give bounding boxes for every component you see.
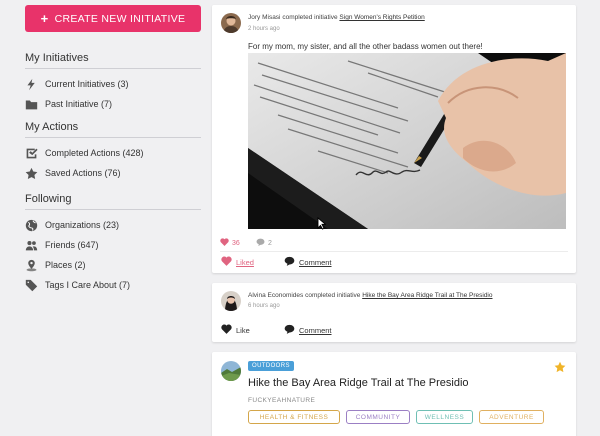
section-title-following: Following xyxy=(25,193,72,205)
sidebar: + CREATE NEW INITIATIVE My Initiatives C… xyxy=(0,0,210,436)
liked-button[interactable]: Liked xyxy=(221,256,254,268)
sidebar-item-label: Completed Actions (428) xyxy=(45,148,144,158)
sidebar-item-saved-actions[interactable]: Saved Actions (76) xyxy=(25,165,121,181)
like-button[interactable]: Like xyxy=(221,324,250,336)
divider xyxy=(25,68,201,69)
sidebar-item-label: Tags I Care About (7) xyxy=(45,280,131,290)
section-title-my-actions: My Actions xyxy=(25,121,79,133)
create-new-initiative-label: CREATE NEW INITIATIVE xyxy=(54,12,186,25)
post-meta: Alvina Economides completed initiative H… xyxy=(248,292,493,299)
tag-community[interactable]: COMMUNITY xyxy=(346,410,410,424)
initiative-title[interactable]: Hike the Bay Area Ridge Trail at The Pre… xyxy=(248,377,469,389)
likes-number: 36 xyxy=(232,239,240,247)
like-label: Like xyxy=(236,325,250,335)
author-name[interactable]: Jory Misasi xyxy=(248,14,281,21)
likes-count[interactable]: 36 xyxy=(220,238,240,248)
post-verb: completed initiative xyxy=(282,14,338,21)
sidebar-item-past-initiative[interactable]: Past Initiative (7) xyxy=(25,96,112,112)
sidebar-item-label: Past Initiative (7) xyxy=(45,99,113,109)
mouse-cursor-icon xyxy=(317,217,327,235)
post-verb: completed initiative xyxy=(305,292,361,299)
heart-icon xyxy=(221,256,232,268)
tag-icon xyxy=(25,279,38,292)
star-icon xyxy=(25,167,38,180)
divider xyxy=(220,251,568,252)
organization-name[interactable]: FUCKYEAHNATURE xyxy=(248,397,315,404)
comment-bubble-icon xyxy=(284,324,295,336)
post-time: 2 hours ago xyxy=(248,26,280,32)
globe-icon xyxy=(25,219,38,232)
post-time: 6 hours ago xyxy=(248,303,280,309)
author-name[interactable]: Alvina Economides xyxy=(248,292,303,299)
comment-label: Comment xyxy=(299,257,332,267)
feed-post-card: Jory Misasi completed initiative Sign Wo… xyxy=(212,5,576,273)
tag-wellness[interactable]: WELLNESS xyxy=(416,410,473,424)
post-meta: Jory Misasi completed initiative Sign Wo… xyxy=(248,14,425,21)
map-pin-icon xyxy=(25,259,38,272)
sidebar-item-completed-actions[interactable]: Completed Actions (428) xyxy=(25,145,144,161)
sidebar-item-label: Places (2) xyxy=(45,260,86,270)
comment-button[interactable]: Comment xyxy=(284,324,332,336)
comments-count[interactable]: 2 xyxy=(256,238,272,248)
post-text: For my mom, my sister, and all the other… xyxy=(248,42,483,51)
initiative-link[interactable]: Sign Women's Rights Petition xyxy=(339,14,424,21)
liked-label: Liked xyxy=(236,257,254,267)
initiative-link[interactable]: Hike the Bay Area Ridge Trail at The Pre… xyxy=(362,292,492,299)
checkbox-icon xyxy=(25,147,38,160)
sidebar-item-friends[interactable]: Friends (647) xyxy=(25,237,99,253)
sidebar-item-label: Friends (647) xyxy=(45,240,99,250)
save-star-icon[interactable] xyxy=(554,360,566,378)
avatar[interactable] xyxy=(221,13,241,33)
sidebar-item-current-initiatives[interactable]: Current Initiatives (3) xyxy=(25,76,129,92)
lightning-icon xyxy=(25,78,38,91)
sidebar-item-label: Current Initiatives (3) xyxy=(45,79,129,89)
comment-bubble-icon xyxy=(284,256,295,268)
sidebar-item-organizations[interactable]: Organizations (23) xyxy=(25,217,119,233)
tag-health-fitness[interactable]: HEALTH & FITNESS xyxy=(248,410,340,424)
sidebar-item-label: Organizations (23) xyxy=(45,220,120,230)
folder-icon xyxy=(25,98,38,111)
heart-icon xyxy=(220,238,229,248)
people-icon xyxy=(25,239,38,252)
tag-adventure[interactable]: ADVENTURE xyxy=(479,410,544,424)
initiative-thumbnail xyxy=(221,361,241,381)
sidebar-item-label: Saved Actions (76) xyxy=(45,168,121,178)
comment-button[interactable]: Comment xyxy=(284,256,332,268)
divider xyxy=(25,137,201,138)
comment-bubble-icon xyxy=(256,238,265,248)
heart-icon xyxy=(221,324,232,336)
divider xyxy=(25,209,201,210)
category-badge: OUTDOORS xyxy=(248,361,294,371)
section-title-my-initiatives: My Initiatives xyxy=(25,52,89,64)
feed-post-card: Alvina Economides completed initiative H… xyxy=(212,283,576,342)
sidebar-item-places[interactable]: Places (2) xyxy=(25,257,86,273)
post-photo[interactable] xyxy=(248,53,566,229)
comments-number: 2 xyxy=(268,239,272,247)
plus-icon: + xyxy=(40,11,49,26)
create-new-initiative-button[interactable]: + CREATE NEW INITIATIVE xyxy=(25,5,201,32)
avatar[interactable] xyxy=(221,291,241,311)
comment-label: Comment xyxy=(299,325,332,335)
sidebar-item-tags[interactable]: Tags I Care About (7) xyxy=(25,277,130,293)
